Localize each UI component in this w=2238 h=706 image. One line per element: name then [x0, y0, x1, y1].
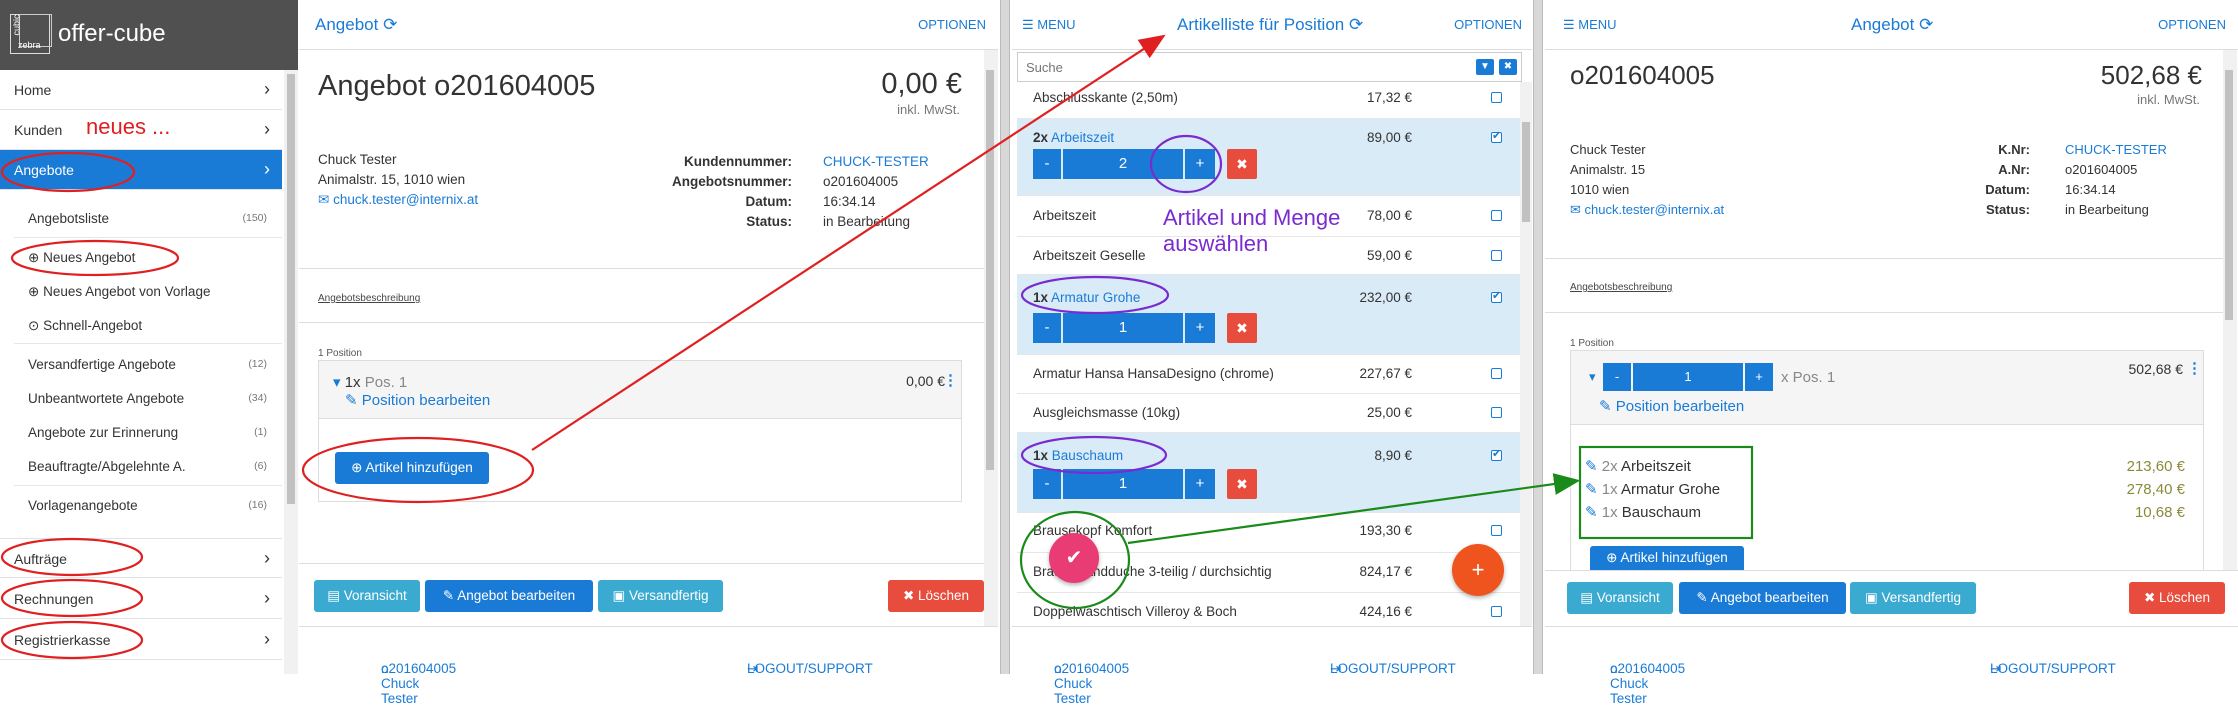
annotation-ellipse: [0, 537, 144, 577]
annotation-arrow: [531, 34, 1166, 451]
annotation-arrow: [1127, 473, 1581, 545]
annotation-ellipse: [1149, 134, 1223, 194]
annotation-ellipse: [10, 239, 180, 277]
annotation-ellipse: [0, 151, 136, 193]
annotation-ellipse: [301, 436, 535, 504]
annotation-box: [1578, 445, 1754, 540]
annotation-ellipse: [1020, 275, 1170, 315]
annotation-ellipse: [0, 620, 144, 660]
annotation-ellipse: [0, 578, 144, 618]
annotation-ellipse: [1019, 510, 1131, 610]
annotation-ellipse: [1020, 435, 1168, 475]
annotation-overlay: [0, 34, 1754, 660]
